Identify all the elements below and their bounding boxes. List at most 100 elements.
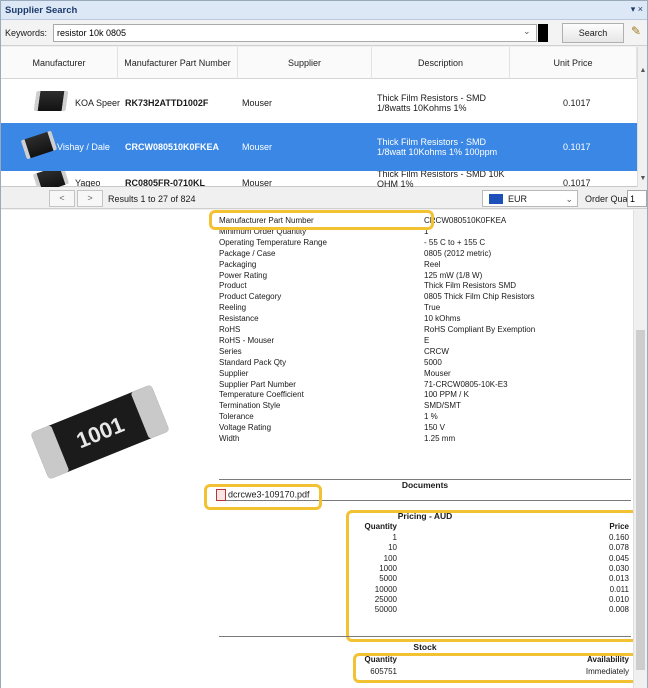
parameter-row: RoHS - Mouser E [219, 336, 624, 345]
row-description: Thick Film Resistors - SMD 10K OHM 1% [377, 171, 505, 187]
parameter-row: Supplier Part Number 71-CRCW0805-10K-E3 [219, 380, 624, 389]
parameter-value: 10 kOhms [424, 314, 461, 324]
chevron-down-icon: ⌄ [565, 194, 573, 204]
pagination-bar: < > Results 1 to 27 of 824 EUR ⌄ Order Q… [1, 188, 647, 209]
parameter-value: 1.25 mm [424, 434, 456, 443]
parameter-value: Thick Film Resistors SMD [424, 281, 517, 291]
keyword-bar: Keywords: ⌄ Search ✎ [1, 20, 647, 46]
parameter-name: RoHS - Mouser [219, 335, 275, 345]
parameter-name: Product Category [219, 292, 282, 302]
parameter-value: CRCW [424, 346, 449, 356]
parameter-row: Package / Case 0805 (2012 metric) [219, 249, 624, 258]
currency-select[interactable]: EUR ⌄ [482, 190, 578, 207]
parameter-value: 1 % [424, 412, 438, 422]
row-supplier: Mouser [242, 142, 273, 152]
scroll-thumb[interactable] [636, 330, 645, 670]
parameter-row: Packaging Reel [219, 260, 624, 269]
supplier-search-panel: Supplier Search ▾ × Keywords: ⌄ Search ✎… [0, 0, 648, 688]
parameter-row: Series CRCW [219, 347, 624, 356]
highlight-stock [353, 653, 641, 683]
parameter-name: Product [219, 281, 247, 291]
parameter-name: Temperature Coefficient [219, 390, 304, 400]
parameter-value: SMD/SMT [424, 401, 461, 411]
parameter-row: Temperature Coefficient 100 PPM / K [219, 390, 624, 399]
part-detail: 1001 Manufacturer Part Number CRCW080510K… [1, 210, 647, 688]
part-thumbnail [32, 171, 70, 187]
row-description: Thick Film Resistors - SMD 1/8watt 10Koh… [377, 137, 498, 157]
eu-flag-icon [489, 194, 503, 204]
parameter-row: Reeling True [219, 303, 624, 312]
pencil-icon[interactable]: ✎ [628, 24, 644, 42]
parameter-row: Standard Pack Qty 5000 [219, 358, 624, 367]
column-header-mpn[interactable]: Manufacturer Part Number [118, 47, 238, 79]
row-mpn: RC0805FR-0710KL [125, 178, 206, 187]
column-header-description[interactable]: Description [372, 47, 510, 79]
part-thumbnail [20, 130, 58, 160]
row-supplier: Mouser [242, 98, 273, 108]
parameter-value: 71-CRCW0805-10K-E3 [424, 379, 508, 389]
parameter-row: Product Thick Film Resistors SMD [219, 281, 624, 290]
row-manufacturer: Yageo [75, 178, 101, 187]
color-swatch [538, 24, 548, 42]
parameter-row: Width 1.25 mm [219, 434, 624, 443]
order-quantity-input[interactable] [627, 190, 647, 207]
parameter-name: Power Rating [219, 270, 268, 280]
parameter-value: CRCW080510K0FKEA [424, 216, 507, 225]
parameter-value: E [424, 335, 430, 345]
prev-page-button[interactable]: < [49, 190, 75, 207]
parameter-value: Reel [424, 259, 441, 269]
parameter-name: Resistance [219, 314, 259, 324]
column-header-manufacturer[interactable]: Manufacturer [1, 47, 118, 79]
keywords-input[interactable] [53, 24, 537, 42]
grid-header: Manufacturer Manufacturer Part Number Su… [1, 47, 637, 79]
grid-scrollbar[interactable]: ▲ ▼ [637, 47, 647, 187]
parameter-name: Supplier [219, 368, 249, 378]
window-title: Supplier Search [5, 5, 78, 16]
results-count: Results 1 to 27 of 824 [108, 194, 196, 204]
parameter-row: Power Rating 125 mW (1/8 W) [219, 271, 624, 280]
next-page-button[interactable]: > [77, 190, 103, 207]
highlight-mpn [209, 210, 434, 230]
parameter-name: Width [219, 434, 240, 443]
detail-scrollbar[interactable] [633, 210, 647, 688]
scroll-down-icon[interactable]: ▼ [638, 175, 648, 182]
chevron-down-icon[interactable]: ⌄ [523, 26, 531, 37]
parameter-row: Termination Style SMD/SMT [219, 401, 624, 410]
part-thumbnail [33, 91, 69, 111]
parameter-value: 150 V [424, 423, 445, 433]
parameter-row: Resistance 10 kOhms [219, 314, 624, 323]
parameter-value: 0805 Thick Film Chip Resistors [424, 292, 535, 302]
pin-close-icon[interactable]: ▾ × [631, 4, 643, 15]
parameter-name: Packaging [219, 259, 257, 269]
keywords-label: Keywords: [5, 28, 48, 38]
parameter-name: Termination Style [219, 401, 281, 411]
highlight-document [204, 484, 322, 510]
scroll-up-icon[interactable]: ▲ [638, 67, 648, 74]
table-row-selected[interactable]: Vishay / Dale CRCW080510K0FKEA Mouser Th… [1, 123, 637, 171]
parameter-row: Product Category 0805 Thick Film Chip Res… [219, 292, 624, 301]
row-price: 0.1017 [563, 142, 591, 152]
title-bar: Supplier Search ▾ × [1, 1, 647, 20]
column-header-unit-price[interactable]: Unit Price [510, 47, 637, 79]
highlight-pricing [346, 510, 640, 642]
parameter-row: Voltage Rating 150 V [219, 423, 624, 432]
column-header-supplier[interactable]: Supplier [238, 47, 372, 79]
parameter-value: 0805 (2012 metric) [424, 248, 492, 258]
parameter-row: RoHS RoHS Compliant By Exemption [219, 325, 624, 334]
parameter-row: Operating Temperature Range - 55 C to + 1… [219, 238, 624, 247]
parameter-name: Voltage Rating [219, 423, 272, 433]
parameter-name: Tolerance [219, 412, 254, 422]
parameter-name: Supplier Part Number [219, 379, 296, 389]
row-mpn: CRCW080510K0FKEA [125, 142, 220, 152]
parameter-value: - 55 C to + 155 C [424, 237, 486, 247]
parameter-name: Standard Pack Qty [219, 357, 287, 367]
parameter-value: 100 PPM / K [424, 390, 469, 400]
row-supplier: Mouser [242, 178, 273, 187]
table-row[interactable]: Yageo RC0805FR-0710KL Mouser Thick Film … [1, 171, 637, 187]
row-manufacturer: KOA Speer [75, 98, 121, 108]
row-description: Thick Film Resistors - SMD 1/8watts 10Ko… [377, 93, 487, 113]
search-button[interactable]: Search [562, 23, 624, 43]
table-row[interactable]: KOA Speer RK73H2ATTD1002F Mouser Thick F… [1, 79, 637, 127]
parameter-name: Package / Case [219, 248, 276, 258]
parameter-value: Mouser [424, 368, 451, 378]
